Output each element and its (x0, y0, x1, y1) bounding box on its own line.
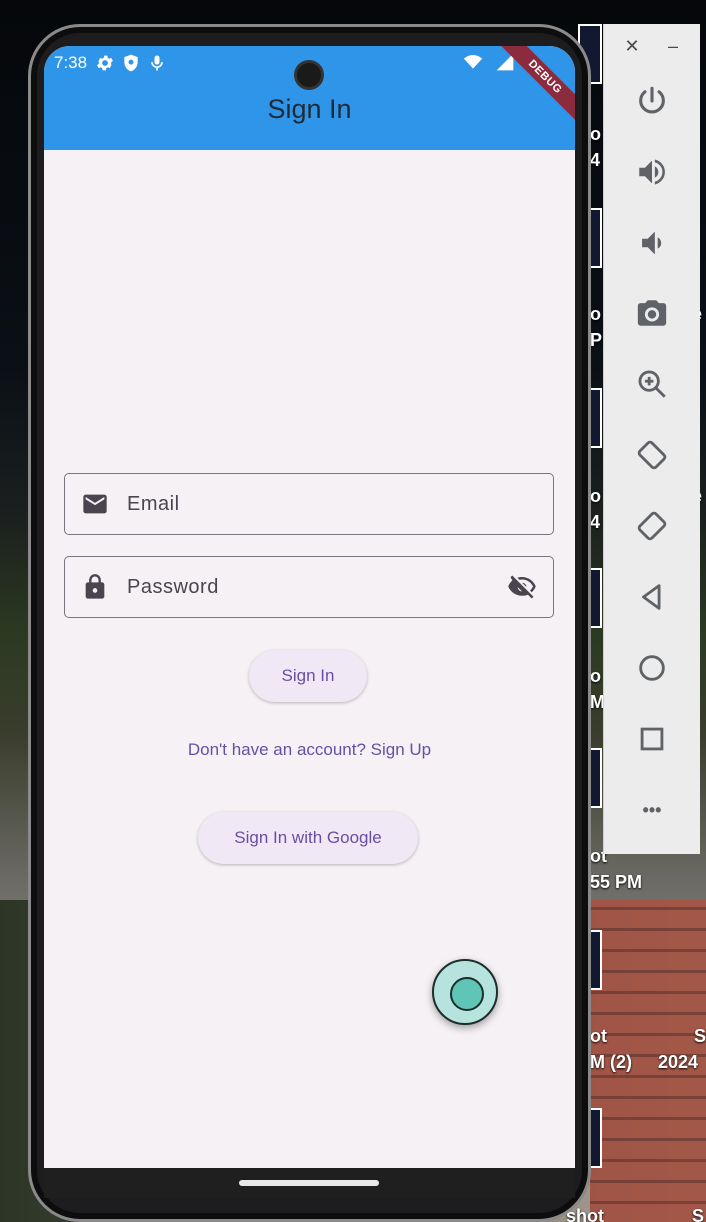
overview-button[interactable] (631, 718, 673, 760)
close-icon[interactable]: ✕ (621, 36, 643, 57)
email-icon (83, 494, 107, 514)
password-field[interactable] (64, 556, 554, 618)
visibility-off-icon[interactable] (507, 572, 537, 602)
rotate-right-button[interactable] (631, 505, 673, 547)
lock-icon (85, 574, 105, 599)
rotate-right-icon (637, 511, 667, 541)
wifi-icon (463, 55, 483, 69)
google-sign-in-button[interactable]: Sign In with Google (198, 812, 418, 864)
volume-up-icon (639, 159, 665, 185)
sign-in-button[interactable]: Sign In (249, 650, 367, 702)
front-camera (294, 60, 324, 90)
status-time: 7:38 (54, 53, 88, 72)
zoom-button[interactable] (631, 363, 673, 405)
rotate-left-button[interactable] (631, 434, 673, 476)
email-input[interactable] (127, 492, 553, 516)
more-button[interactable]: ••• (631, 789, 673, 831)
screenshot-button[interactable] (631, 292, 673, 334)
desktop-file-label[interactable]: M (2) (590, 1052, 632, 1073)
desktop-file-label[interactable]: 4 (590, 150, 600, 171)
password-input[interactable] (127, 575, 507, 599)
floating-touch-indicator[interactable] (432, 959, 498, 1025)
desktop-file-label[interactable]: ot (590, 1026, 607, 1047)
desktop-file-label[interactable]: S (692, 1206, 704, 1222)
desktop-file-label[interactable]: o (590, 304, 601, 325)
volume-down-icon (642, 231, 662, 255)
emulator-toolbar: ✕ – ••• (603, 24, 700, 854)
volume-down-button[interactable] (631, 222, 673, 264)
email-field[interactable] (64, 473, 554, 535)
home-icon (639, 655, 665, 681)
home-gesture-handle[interactable] (239, 1180, 379, 1186)
desktop-file-label[interactable]: S (694, 1026, 706, 1047)
desktop-file-label[interactable]: 55 PM (590, 872, 642, 893)
power-icon (639, 86, 665, 114)
rotate-left-icon (637, 440, 667, 470)
desktop-file-label[interactable]: 4 (590, 512, 600, 533)
more-icon: ••• (642, 799, 662, 820)
zoom-in-icon (638, 370, 666, 398)
camera-icon (637, 300, 667, 326)
desktop-file-label[interactable]: 2024 (658, 1052, 698, 1073)
mic-icon (151, 55, 163, 71)
settings-icon (97, 55, 114, 71)
back-button[interactable] (631, 576, 673, 618)
back-icon (642, 584, 661, 610)
shield-icon (124, 54, 138, 72)
home-button[interactable] (631, 647, 673, 689)
page-title: Sign In (267, 94, 352, 124)
desktop-file-label[interactable]: o (590, 124, 601, 145)
sign-up-link[interactable]: Don't have an account? Sign Up (44, 740, 575, 760)
power-button[interactable] (631, 80, 673, 122)
emulator-window-controls: ✕ – (604, 36, 701, 58)
desktop-file-label[interactable]: o (590, 486, 601, 507)
overview-icon (640, 727, 664, 751)
desktop-file-label[interactable]: o (590, 666, 601, 687)
volume-up-button[interactable] (631, 151, 673, 193)
minimize-icon[interactable]: – (662, 36, 684, 57)
